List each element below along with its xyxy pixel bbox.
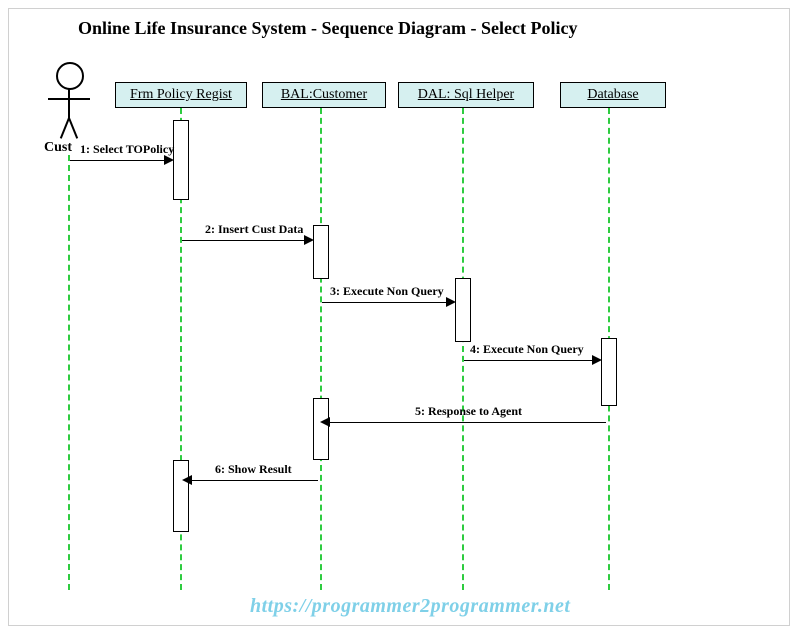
- watermark: https://programmer2programmer.net: [250, 595, 570, 618]
- arrowhead-m2: [304, 235, 314, 245]
- label-m1: 1: Select TOPolicy: [80, 142, 174, 157]
- arrowhead-m4: [592, 355, 602, 365]
- lifeline-bal: [320, 108, 322, 590]
- arrow-m2: [182, 240, 310, 241]
- actor-head: [56, 62, 84, 90]
- arrow-m3: [322, 302, 452, 303]
- participant-bal: BAL:Customer: [262, 82, 386, 108]
- activation-frm-2: [173, 460, 189, 532]
- label-m2: 2: Insert Cust Data: [205, 222, 303, 237]
- arrow-m4: [464, 360, 598, 361]
- arrowhead-m3: [446, 297, 456, 307]
- label-m5: 5: Response to Agent: [415, 404, 522, 419]
- participant-db: Database: [560, 82, 666, 108]
- activation-db-1: [601, 338, 617, 406]
- activation-dal-1: [455, 278, 471, 342]
- lifeline-actor: [68, 155, 70, 590]
- participant-bal-label: BAL:Customer: [281, 87, 367, 102]
- activation-bal-2: [313, 398, 329, 460]
- label-m4: 4: Execute Non Query: [470, 342, 584, 357]
- arrow-m6: [190, 480, 318, 481]
- label-m3: 3: Execute Non Query: [330, 284, 444, 299]
- participant-dal: DAL: Sql Helper: [398, 82, 534, 108]
- participant-db-label: Database: [587, 87, 638, 102]
- arrowhead-m5: [320, 417, 330, 427]
- actor-arm: [48, 98, 90, 100]
- actor-label: Cust: [44, 140, 72, 156]
- arrow-m1: [70, 160, 170, 161]
- participant-frm: Frm Policy Regist: [115, 82, 247, 108]
- activation-frm-1: [173, 120, 189, 200]
- diagram-title: Online Life Insurance System - Sequence …: [78, 18, 577, 39]
- arrow-m5: [328, 422, 606, 423]
- activation-bal-1: [313, 225, 329, 279]
- lifeline-dal: [462, 108, 464, 590]
- participant-dal-label: DAL: Sql Helper: [418, 87, 514, 102]
- arrowhead-m6: [182, 475, 192, 485]
- participant-frm-label: Frm Policy Regist: [130, 87, 232, 102]
- actor-body: [68, 88, 70, 118]
- label-m6: 6: Show Result: [215, 462, 292, 477]
